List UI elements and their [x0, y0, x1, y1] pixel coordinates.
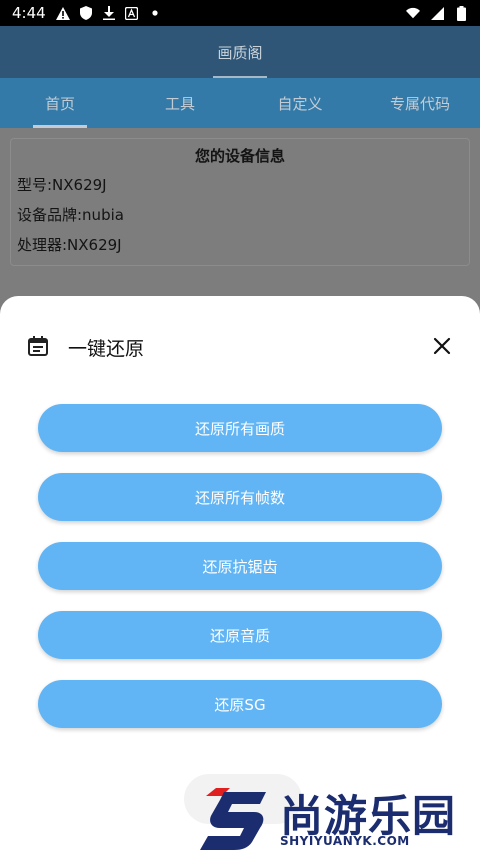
- shield-icon: [79, 6, 93, 20]
- tab-custom[interactable]: 自定义: [240, 78, 360, 128]
- device-brand: 设备品牌:nubia: [17, 206, 124, 224]
- reset-audio-button[interactable]: 还原音质: [38, 611, 442, 659]
- download-icon: [102, 6, 116, 20]
- tab-home[interactable]: 首页: [0, 78, 120, 128]
- reset-all-fps-button[interactable]: 还原所有帧数: [38, 473, 442, 521]
- app-bar: 画质阁: [0, 26, 480, 78]
- device-info-card: 您的设备信息 型号:NX629J 设备品牌:nubia 处理器:NX629J: [10, 138, 470, 266]
- status-bar: 4:44: [0, 0, 480, 26]
- status-time: 4:44: [12, 4, 46, 22]
- battery-icon: [454, 5, 468, 21]
- sheet-header: 一键还原: [0, 326, 480, 366]
- tab-exclusive-code[interactable]: 专属代码: [360, 78, 480, 128]
- watermark: 尚游乐园 SHYIYUANYK.COM: [200, 782, 480, 853]
- device-processor: 处理器:NX629J: [17, 236, 122, 254]
- alert-icon: [55, 6, 70, 20]
- status-left-icons: [55, 6, 162, 20]
- watermark-logo-icon: [200, 786, 270, 850]
- tab-label: 自定义: [277, 94, 323, 113]
- status-right-icons: [406, 5, 468, 21]
- reset-actions: 还原所有画质 还原所有帧数 还原抗锯齿 还原音质 还原SG: [38, 404, 442, 749]
- tab-tools[interactable]: 工具: [120, 78, 240, 128]
- reset-all-quality-button[interactable]: 还原所有画质: [38, 404, 442, 452]
- dot-icon: [148, 6, 162, 20]
- device-model: 型号:NX629J: [17, 176, 107, 194]
- device-info-title: 您的设备信息: [194, 147, 285, 165]
- calendar-icon: [26, 334, 50, 358]
- tab-label: 首页: [44, 94, 75, 113]
- close-icon[interactable]: [430, 334, 454, 358]
- tab-label: 工具: [164, 94, 195, 113]
- watermark-url: SHYIYUANYK.COM: [280, 834, 410, 848]
- app-title: 画质阁: [217, 43, 263, 62]
- reset-sg-button[interactable]: 还原SG: [38, 680, 442, 728]
- sheet-title: 一键还原: [68, 338, 145, 360]
- tab-label: 专属代码: [389, 94, 450, 113]
- reset-bottom-sheet: 一键还原 还原所有画质 还原所有帧数 还原抗锯齿 还原音质 还原SG: [0, 296, 480, 853]
- wifi-icon: [406, 6, 420, 20]
- font-icon: [125, 6, 139, 20]
- signal-icon: [430, 6, 444, 20]
- reset-antialiasing-button[interactable]: 还原抗锯齿: [38, 542, 442, 590]
- tab-bar: 首页 工具 自定义 专属代码: [0, 78, 480, 128]
